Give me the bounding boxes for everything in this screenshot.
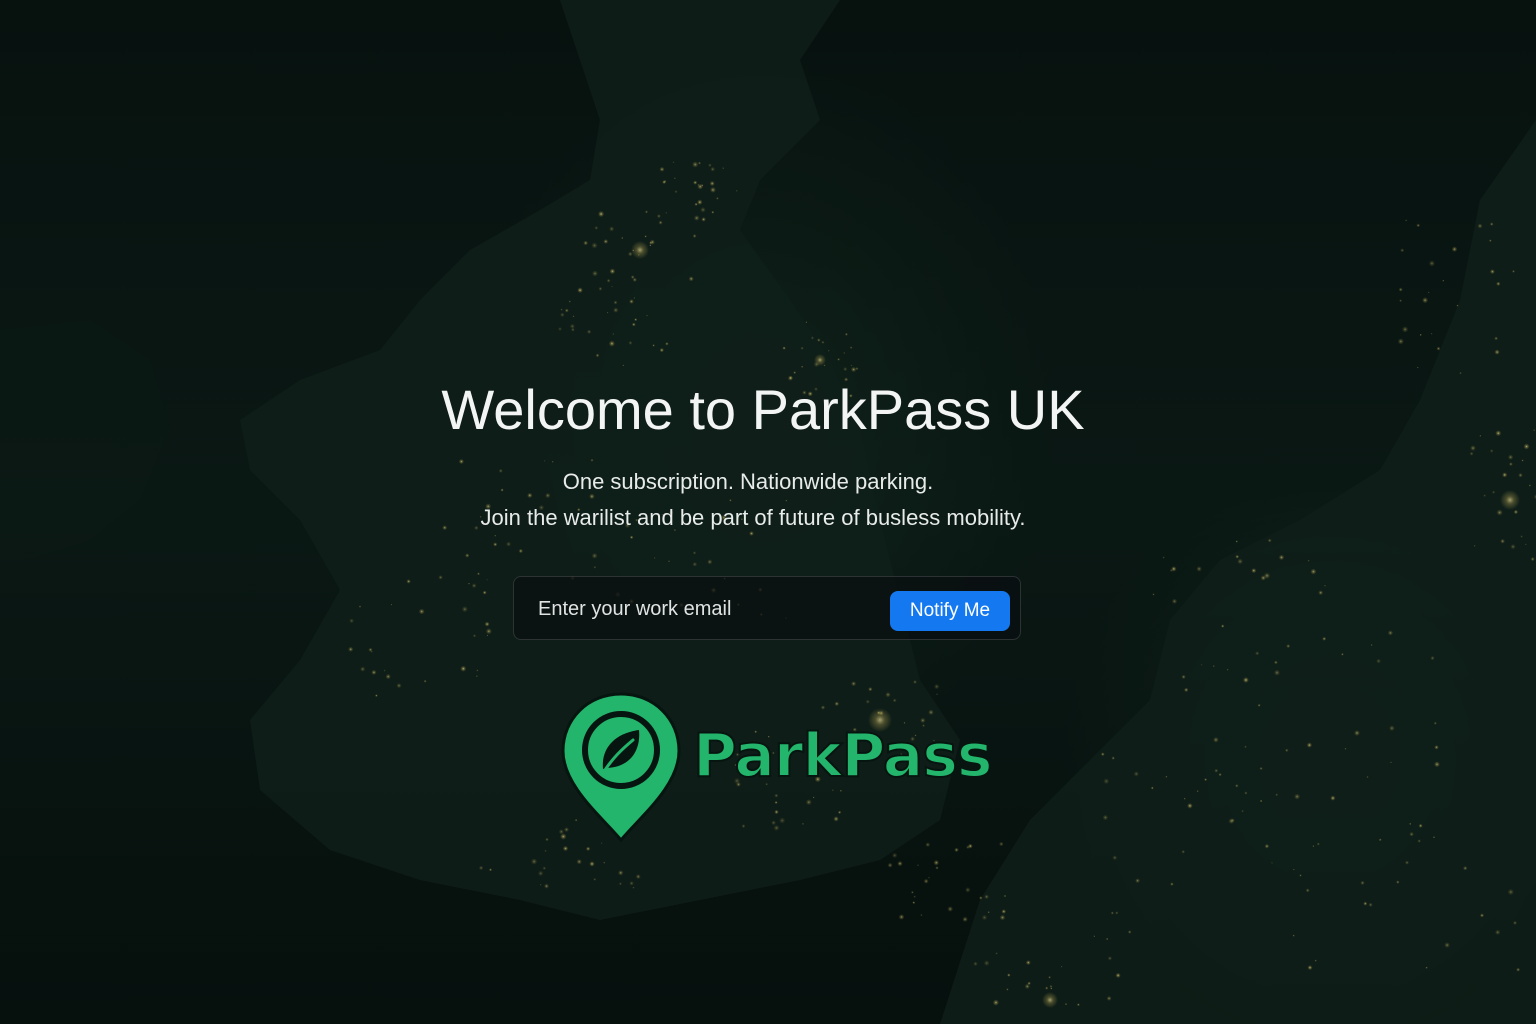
hero-section: Welcome to ParkPass UK One subscription.… bbox=[0, 0, 1536, 1024]
map-pin-leaf-icon bbox=[561, 692, 681, 843]
parkpass-logo: ParkPass bbox=[559, 690, 999, 844]
subtitle-line-2: Join the warilist and be part of future … bbox=[480, 505, 1026, 530]
notify-me-button[interactable]: Notify Me bbox=[890, 591, 1010, 631]
landing-page: Welcome to ParkPass UK One subscription.… bbox=[0, 0, 1536, 1024]
email-input[interactable] bbox=[532, 589, 894, 629]
logo-wordmark: ParkPass bbox=[692, 720, 994, 792]
page-title: Welcome to ParkPass UK bbox=[441, 378, 1085, 441]
waitlist-form: Notify Me bbox=[513, 576, 1021, 640]
subtitle-line-1: One subscription. Nationwide parking. bbox=[562, 469, 934, 494]
